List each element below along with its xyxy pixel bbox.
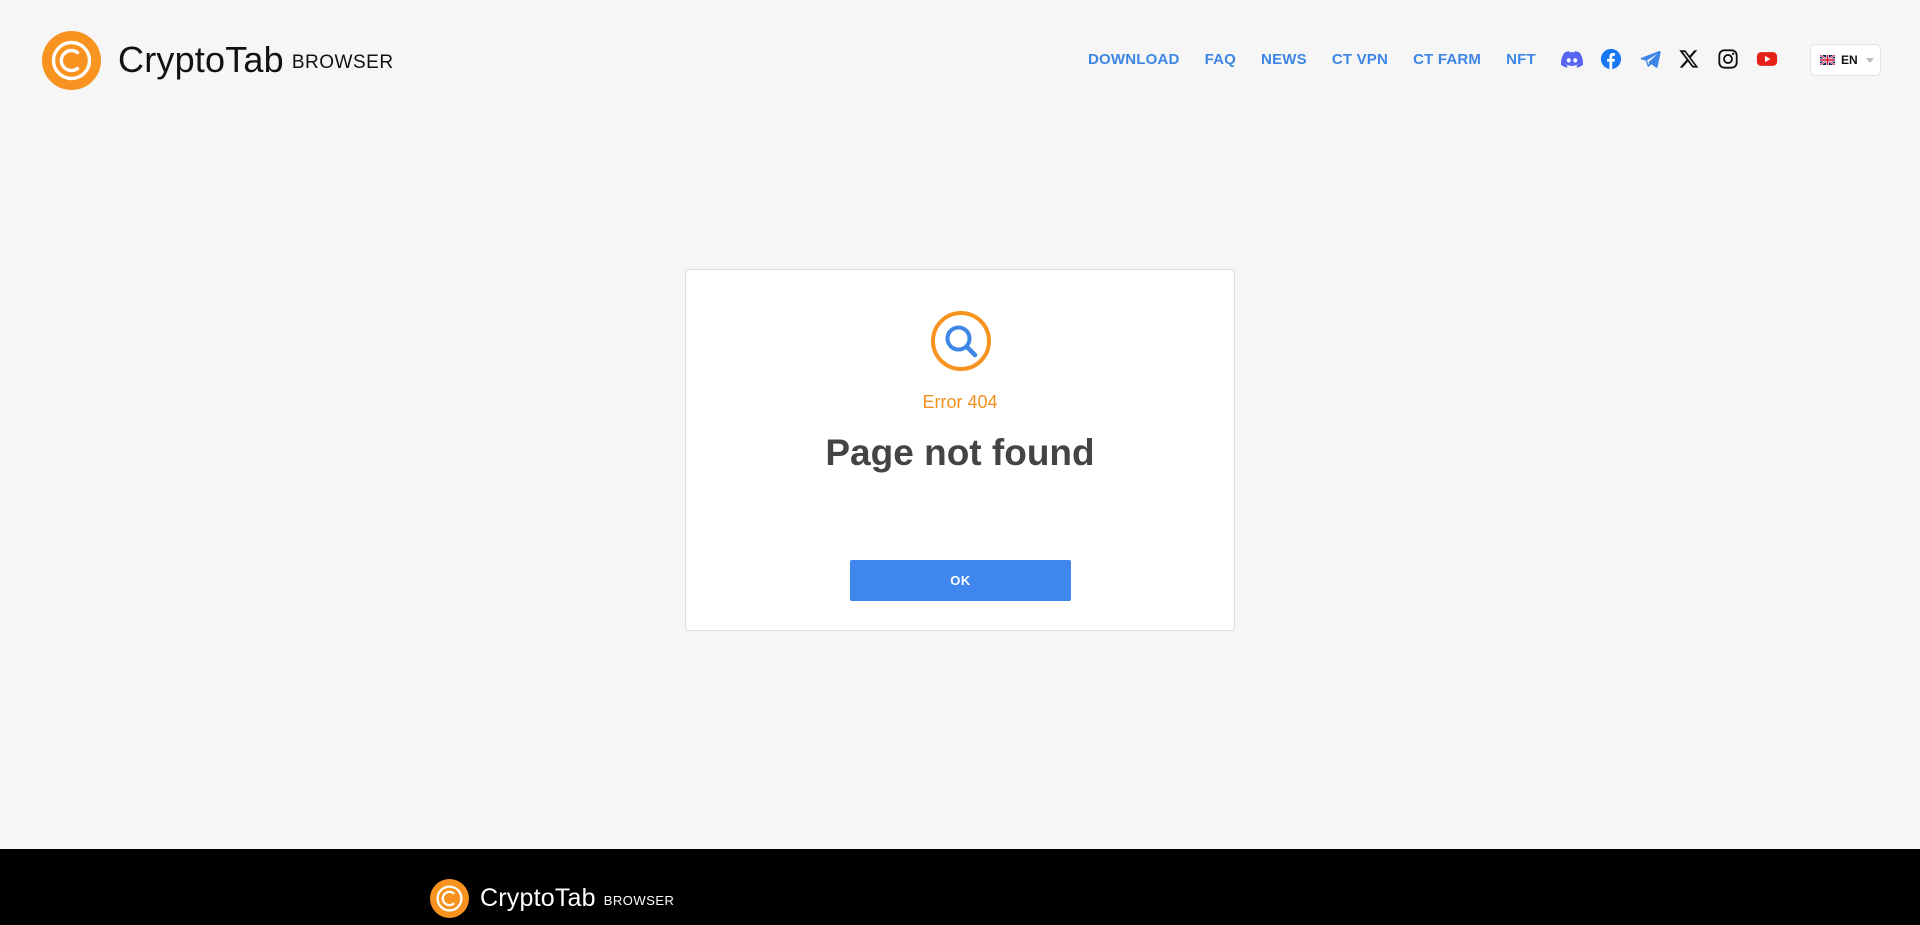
nav-faq[interactable]: FAQ (1205, 51, 1236, 68)
nav-download[interactable]: DOWNLOAD (1088, 51, 1180, 68)
cryptotab-logo-icon (42, 30, 101, 90)
cryptotab-logo-icon (430, 879, 469, 918)
nav-ct-farm[interactable]: CT FARM (1413, 51, 1481, 68)
language-selector[interactable]: EN (1810, 44, 1881, 76)
footer-brand-logo[interactable]: CryptoTab BROWSER (430, 879, 674, 918)
main-nav: DOWNLOAD FAQ NEWS CT VPN CT FARM NFT (1088, 48, 1561, 70)
instagram-icon[interactable] (1717, 48, 1739, 70)
error-card: Error 404 Page not found OK (685, 269, 1235, 631)
nav-nft[interactable]: NFT (1506, 51, 1536, 68)
brand-sub: BROWSER (291, 52, 394, 73)
page-title: Page not found (825, 432, 1095, 473)
footer-brand-name: CryptoTab (480, 884, 596, 912)
uk-flag-icon (1820, 55, 1835, 65)
error-code: Error 404 (922, 392, 998, 412)
search-icon (931, 311, 991, 371)
facebook-icon[interactable] (1600, 48, 1622, 70)
x-icon[interactable] (1678, 48, 1700, 70)
footer-brand-sub: BROWSER (603, 893, 675, 908)
site-header: CryptoTab BROWSER DOWNLOAD FAQ NEWS CT V… (0, 0, 1920, 120)
site-footer: CryptoTab BROWSER (0, 849, 1920, 925)
nav-news[interactable]: NEWS (1261, 51, 1307, 68)
discord-icon[interactable] (1561, 48, 1583, 70)
ok-button[interactable]: OK (850, 560, 1071, 601)
social-links (1561, 48, 1795, 70)
chevron-down-icon (1865, 57, 1874, 63)
language-code: EN (1841, 53, 1858, 67)
brand-logo[interactable]: CryptoTab BROWSER (42, 30, 394, 90)
brand-name: CryptoTab (118, 39, 284, 80)
youtube-icon[interactable] (1756, 48, 1778, 70)
nav-ct-vpn[interactable]: CT VPN (1332, 51, 1388, 68)
telegram-icon[interactable] (1639, 48, 1661, 70)
